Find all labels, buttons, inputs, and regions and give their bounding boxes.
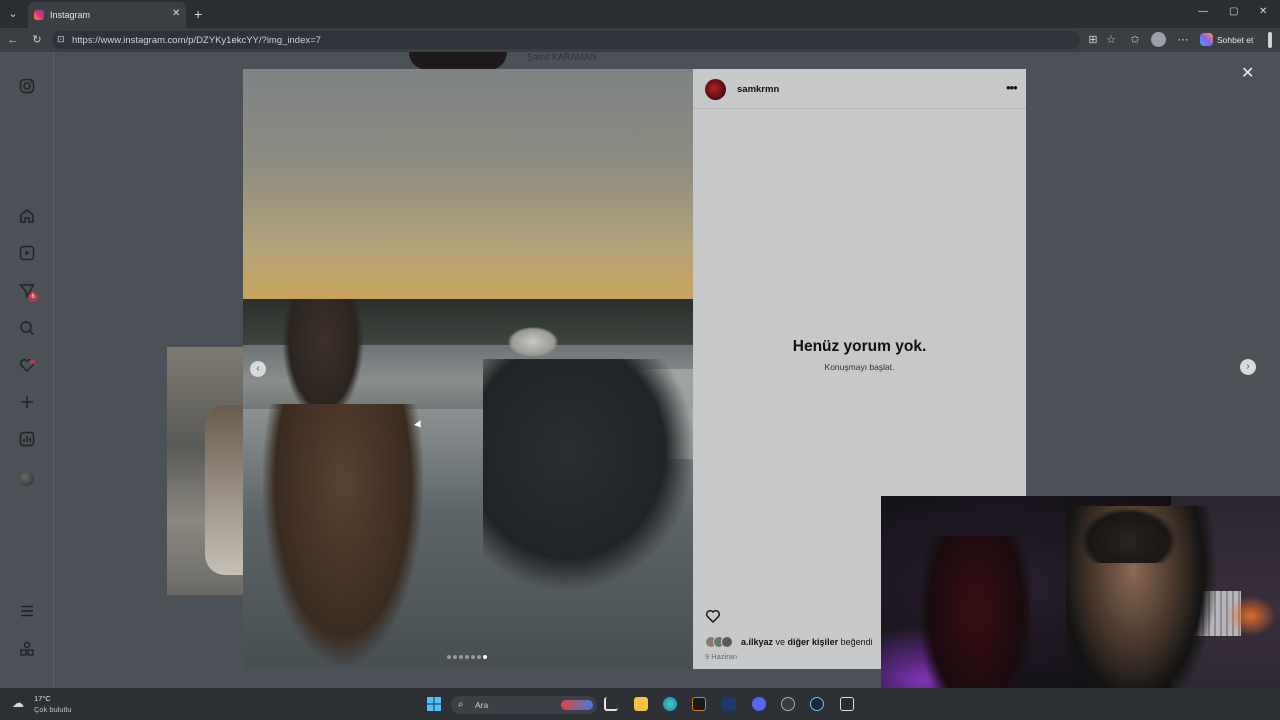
edge-browser-icon[interactable] xyxy=(663,697,677,711)
copilot-button[interactable]: Sohbet et xyxy=(1200,33,1253,46)
liked-others-link[interactable]: diğer kişiler xyxy=(788,637,839,647)
also-from-meta-icon[interactable] xyxy=(17,641,37,661)
post-author-avatar[interactable] xyxy=(705,79,726,100)
more-menu-icon[interactable] xyxy=(17,603,37,623)
create-icon[interactable] xyxy=(17,394,37,414)
copilot-icon xyxy=(1200,33,1213,46)
photo-person-standing xyxy=(283,299,363,419)
carousel-dot xyxy=(459,655,463,659)
site-info-icon[interactable]: ⊡ xyxy=(57,34,65,45)
url-text: https://www.instagram.com/p/DZYKy1ekcYY/… xyxy=(72,34,321,46)
steam-icon[interactable] xyxy=(810,697,824,711)
refresh-icon[interactable]: ↻ xyxy=(30,33,44,47)
taskbar-search[interactable]: ⌕ Ara xyxy=(451,696,597,714)
messages-badge: 6 xyxy=(28,292,38,302)
maximize-button[interactable]: ▢ xyxy=(1229,6,1238,17)
instagram-logo-icon[interactable] xyxy=(17,78,37,98)
no-comments-title: Henüz yorum yok. xyxy=(792,338,927,355)
like-heart-icon[interactable] xyxy=(705,608,721,624)
webcam-overlay xyxy=(881,496,1280,720)
photo-dog xyxy=(263,404,423,664)
windows-start-icon[interactable] xyxy=(426,696,442,712)
tab-title: Instagram xyxy=(50,10,91,20)
post-date: 9 Haziran xyxy=(705,652,738,661)
new-tab-button[interactable]: + xyxy=(194,6,202,22)
search-highlight-icon xyxy=(561,700,593,710)
app-icon-terminal[interactable] xyxy=(692,697,706,711)
insights-icon[interactable] xyxy=(17,431,37,451)
back-arrow-icon[interactable]: ← xyxy=(6,33,20,47)
no-comments-subtitle: Konuşmayı başlat. xyxy=(824,362,895,372)
weather-description[interactable]: Çok bulutlu xyxy=(34,705,72,714)
instagram-favicon-icon xyxy=(34,10,44,20)
home-icon[interactable] xyxy=(17,208,37,228)
cloudy-weather-icon[interactable]: ☁ xyxy=(12,697,30,709)
feed-username: Şamil KARAMAN xyxy=(527,52,597,62)
carousel-dot xyxy=(465,655,469,659)
reels-icon[interactable] xyxy=(17,245,37,265)
feed-avatar xyxy=(409,52,507,70)
photo-boat xyxy=(508,327,558,357)
close-window-button[interactable]: ✕ xyxy=(1259,6,1267,17)
photo-person-sitting xyxy=(483,359,693,589)
app-available-icon[interactable]: ⊞ xyxy=(1086,33,1100,47)
carousel-prev-button[interactable]: ‹ xyxy=(250,361,266,377)
browser-tab-bar xyxy=(0,0,1280,28)
taskbar-search-placeholder: Ara xyxy=(475,700,489,710)
webcam-streamer-hair xyxy=(1081,508,1176,563)
file-explorer-icon[interactable] xyxy=(634,697,648,711)
epic-games-icon[interactable] xyxy=(840,697,854,711)
minimize-button[interactable]: — xyxy=(1198,6,1208,17)
post-author-username[interactable]: samkrmn xyxy=(737,84,779,95)
search-icon[interactable] xyxy=(17,320,37,340)
search-icon: ⌕ xyxy=(458,699,464,710)
browser-menu-icon[interactable]: ⋯ xyxy=(1176,33,1190,47)
tab-close-icon[interactable]: ✕ xyxy=(172,8,180,19)
previous-post-person xyxy=(205,405,245,575)
discord-icon[interactable] xyxy=(752,697,766,711)
liked-suffix: beğendi xyxy=(838,637,873,647)
weather-temperature[interactable]: 17°C xyxy=(34,694,51,703)
profile-avatar-icon[interactable] xyxy=(1151,32,1166,47)
notification-dot xyxy=(30,359,35,364)
app-icon-obs[interactable] xyxy=(781,697,795,711)
tab-list-chevron-icon[interactable]: ⌄ xyxy=(6,7,20,21)
carousel-dot xyxy=(471,655,475,659)
close-modal-button[interactable]: ✕ xyxy=(1241,63,1254,83)
profile-icon[interactable] xyxy=(19,471,34,486)
liker-avatars[interactable] xyxy=(705,636,741,648)
copilot-label: Sohbet et xyxy=(1217,34,1254,45)
tab-instagram[interactable]: Instagram ✕ xyxy=(28,2,186,28)
webcam-microphone xyxy=(1226,596,1276,636)
liked-by-user[interactable]: a.ilkyaz xyxy=(741,637,773,647)
liker-avatar xyxy=(721,636,733,648)
carousel-dot xyxy=(477,655,481,659)
carousel-dot xyxy=(453,655,457,659)
messages-icon[interactable]: 6 xyxy=(17,283,38,303)
favorites-icon[interactable]: ✩ xyxy=(1128,33,1142,47)
liked-connector: ve xyxy=(773,637,788,647)
sidebar-toggle-icon[interactable] xyxy=(1268,32,1272,48)
carousel-dot xyxy=(483,655,487,659)
app-icon-vscode[interactable] xyxy=(722,697,736,711)
likes-summary[interactable]: a.ilkyaz ve diğer kişiler beğendi xyxy=(741,637,873,647)
carousel-next-button[interactable]: › xyxy=(1240,359,1256,375)
post-options-button[interactable]: ••• xyxy=(1006,80,1018,95)
carousel-dot xyxy=(447,655,451,659)
notifications-icon[interactable] xyxy=(17,357,37,377)
address-bar[interactable]: ⊡ https://www.instagram.com/p/DZYKy1ekcY… xyxy=(52,31,1080,49)
carousel-indicator xyxy=(447,655,491,661)
task-view-icon[interactable] xyxy=(604,697,618,711)
favorite-star-icon[interactable]: ☆ xyxy=(1104,33,1118,47)
post-photo[interactable] xyxy=(243,69,693,669)
